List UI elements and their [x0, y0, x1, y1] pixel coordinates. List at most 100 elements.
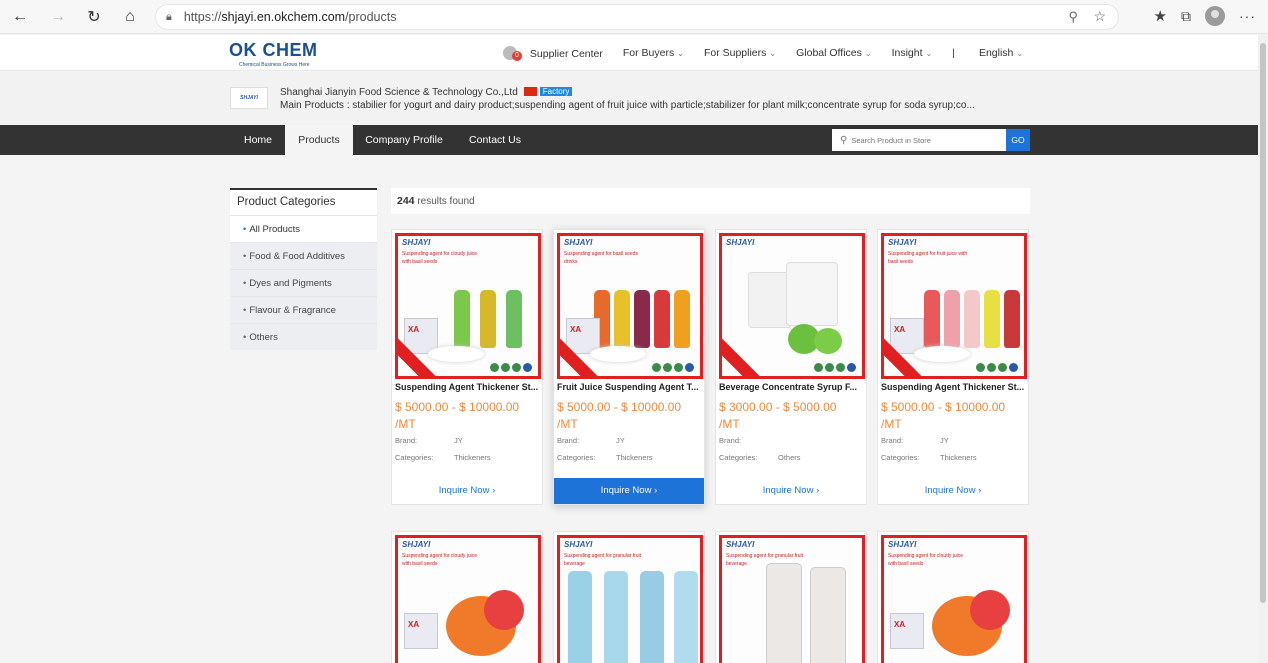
product-card[interactable]: SHJAYI Suspending agent for cloudy juice… — [391, 531, 543, 663]
home-icon[interactable]: ⌂ — [118, 5, 142, 29]
product-image[interactable]: SHJAYI — [719, 233, 865, 379]
image-caption: Suspending agent for granular fruit beve… — [564, 553, 641, 567]
menu-for-buyers[interactable]: For Buyers ⌄ — [623, 47, 684, 59]
tab-company-profile[interactable]: Company Profile — [353, 125, 455, 155]
menu-label: Supplier Center — [529, 48, 603, 60]
product-name[interactable]: Suspending Agent Thickener St... — [881, 382, 1027, 392]
product-card[interactable]: SHJAYI Suspending agent for cloudy juice… — [877, 531, 1029, 663]
menu-language[interactable]: English ⌄ — [979, 47, 1023, 59]
tab-home[interactable]: Home — [231, 125, 285, 155]
image-brand: SHJAYI — [726, 238, 755, 247]
forward-arrow-icon[interactable]: → — [46, 5, 70, 29]
product-image[interactable]: SHJAYI Suspending agent for granular fru… — [557, 535, 703, 663]
chevron-down-icon: ⌄ — [925, 49, 933, 58]
product-card[interactable]: SHJAYI Suspending agent for fruit juice … — [877, 229, 1029, 505]
product-name[interactable]: Beverage Concentrate Syrup F... — [719, 382, 865, 392]
product-image[interactable]: SHJAYI Suspending agent for cloudy juice… — [395, 233, 541, 379]
okchem-logo[interactable]: OK CHEM Chemical Business Grows Here — [229, 40, 321, 68]
product-name[interactable]: Suspending Agent Thickener St... — [395, 382, 541, 392]
bullet-icon: • — [243, 224, 247, 235]
scrollbar-thumb[interactable] — [1260, 43, 1266, 603]
product-category: Categories: Thickeners — [881, 453, 977, 462]
cert-icons — [490, 363, 532, 372]
product-card[interactable]: SHJAYI Suspending agent for granular fru… — [553, 531, 705, 663]
bottle-image — [674, 571, 698, 663]
inquire-now-button[interactable]: Inquire Now › — [878, 478, 1028, 504]
product-image[interactable]: SHJAYI Suspending agent for cloudy juice… — [881, 535, 1027, 663]
product-card[interactable]: SHJAYI Suspending agent for cloudy juice… — [391, 229, 543, 505]
store-search: ⚲ — [832, 129, 1006, 151]
category-label: Flavour & Fragrance — [249, 305, 336, 316]
image-brand: SHJAYI — [888, 540, 917, 549]
back-arrow-icon[interactable]: ← — [8, 5, 32, 29]
category-food-additives[interactable]: • Food & Food Additives — [230, 242, 377, 269]
tab-contact-us[interactable]: Contact Us — [455, 125, 535, 155]
favorites-icon[interactable]: ★ — [1154, 7, 1167, 25]
spec-value: Others — [778, 453, 801, 462]
menu-for-suppliers[interactable]: For Suppliers ⌄ — [704, 47, 776, 59]
spec-value: Thickeners — [940, 453, 977, 462]
product-image[interactable]: SHJAYI Suspending agent for fruit juice … — [881, 233, 1027, 379]
bottle-image — [944, 290, 960, 348]
page-scrollbar[interactable] — [1258, 35, 1268, 663]
price-unit: /MT — [719, 417, 740, 431]
product-price: $ 5000.00 - $ 10000.00/MT — [557, 399, 703, 433]
chevron-down-icon: ⌄ — [864, 49, 872, 58]
search-go-button[interactable]: GO — [1006, 129, 1030, 151]
favorite-star-icon[interactable]: ☆ — [1093, 8, 1106, 25]
price-range: $ 5000.00 - $ 10000.00 — [395, 400, 520, 414]
menu-supplier-center[interactable]: 0 Supplier Center — [503, 46, 603, 61]
spec-value: JY — [454, 436, 463, 445]
category-dyes-pigments[interactable]: • Dyes and Pigments — [230, 269, 377, 296]
main-products-label: Main Products : — [280, 100, 350, 111]
refresh-icon[interactable]: ↻ — [82, 5, 106, 29]
product-image[interactable]: SHJAYI Suspending agent for basil seeds … — [557, 233, 703, 379]
site-header: OK CHEM Chemical Business Grows Here 0 S… — [0, 35, 1268, 71]
product-name[interactable]: Fruit Juice Suspending Agent T... — [557, 382, 703, 392]
menu-label: English — [978, 47, 1014, 59]
product-image[interactable]: SHJAYI Suspending agent for granular fru… — [719, 535, 865, 663]
category-label: Others — [249, 332, 278, 343]
zoom-icon[interactable]: ⚲ — [1068, 9, 1078, 25]
price-range: $ 5000.00 - $ 10000.00 — [557, 400, 682, 414]
inquire-now-button[interactable]: Inquire Now › — [716, 478, 866, 504]
company-name[interactable]: Shanghai Jianyin Food Science & Technolo… — [280, 87, 518, 98]
discount-ribbon — [722, 335, 768, 376]
category-all-products[interactable]: • All Products — [230, 215, 377, 242]
address-bar[interactable]: 🔒︎ https://shjayi.en.okchem.com/products… — [155, 4, 1119, 30]
company-logo[interactable]: SHJAYI — [230, 87, 268, 109]
inquire-now-button[interactable]: Inquire Now › — [554, 478, 704, 504]
tab-products[interactable]: Products — [285, 125, 353, 155]
lock-icon[interactable]: 🔒︎ — [166, 11, 172, 24]
category-flavour-fragrance[interactable]: • Flavour & Fragrance — [230, 296, 377, 323]
menu-label: For Buyers — [622, 47, 675, 59]
bullet-icon: • — [243, 332, 247, 343]
bottle-image — [766, 563, 802, 663]
product-card[interactable]: SHJAYI Suspending agent for basil seeds … — [553, 229, 705, 505]
spec-key: Categories: — [557, 453, 596, 462]
product-brand: Brand: — [719, 436, 778, 445]
store-search-input[interactable] — [851, 135, 1002, 145]
product-image[interactable]: SHJAYI Suspending agent for cloudy juice… — [395, 535, 541, 663]
image-brand: SHJAYI — [402, 238, 431, 247]
results-count-bar: 244 results found — [391, 188, 1030, 214]
inquire-now-button[interactable]: Inquire Now › — [392, 478, 542, 504]
product-price: $ 5000.00 - $ 10000.00/MT — [395, 399, 541, 433]
spec-key: Categories: — [719, 453, 758, 462]
product-card[interactable]: SHJAYI Beverage Concentrate Syrup F... $… — [715, 229, 867, 505]
product-brand: Brand: JY — [395, 436, 463, 445]
more-options-icon[interactable]: ··· — [1239, 8, 1256, 24]
collections-icon[interactable]: ⧉ — [1181, 8, 1191, 25]
menu-insight[interactable]: Insight ⌄ — [892, 47, 933, 59]
product-card[interactable]: SHJAYI Suspending agent for granular fru… — [715, 531, 867, 663]
bottle-image — [810, 567, 846, 663]
menu-global-offices[interactable]: Global Offices ⌄ — [796, 47, 871, 59]
category-others[interactable]: • Others — [230, 323, 377, 350]
product-category: Categories: Others — [719, 453, 801, 462]
store-nav: Home Products Company Profile Contact Us… — [0, 125, 1268, 155]
profile-avatar[interactable] — [1205, 6, 1225, 26]
logo-text: OK CHEM — [229, 40, 318, 60]
cert-icons — [652, 363, 694, 372]
spec-key: Brand: — [881, 436, 904, 445]
bullet-icon: • — [243, 305, 247, 316]
